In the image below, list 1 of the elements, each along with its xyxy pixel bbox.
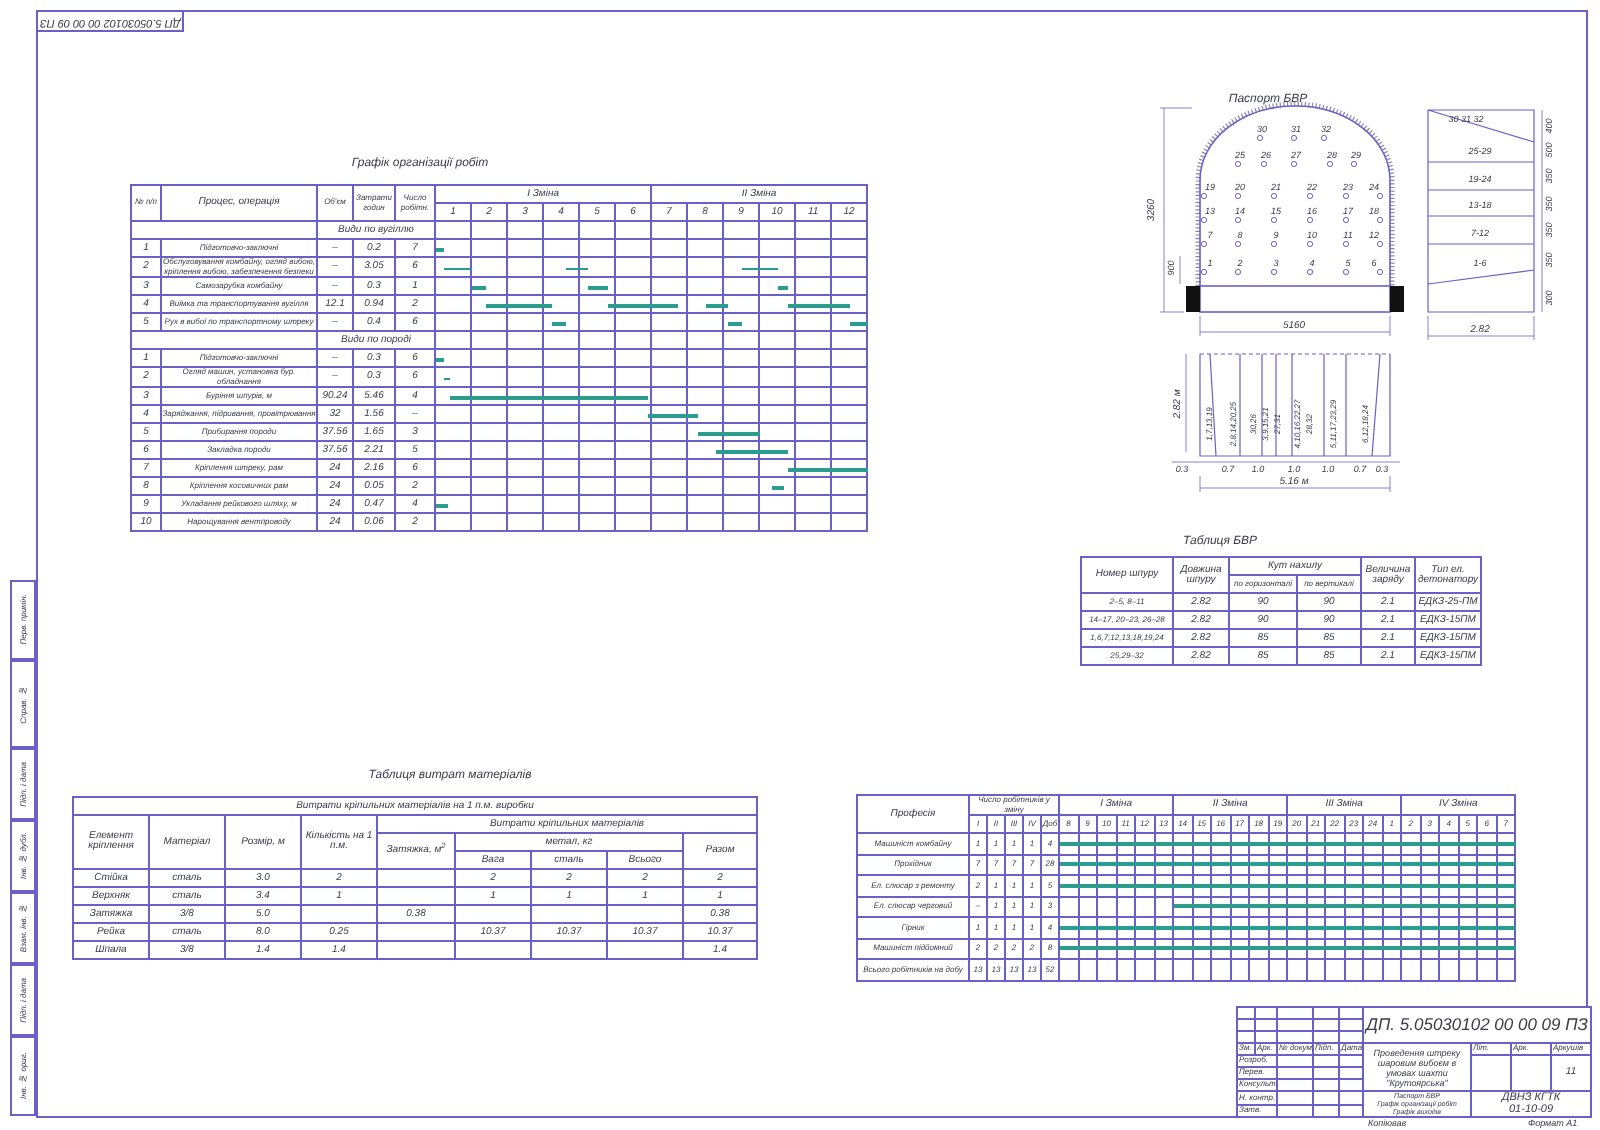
document-number: ДП. 5.05030102 00 00 09 ПЗ	[1363, 1007, 1592, 1043]
